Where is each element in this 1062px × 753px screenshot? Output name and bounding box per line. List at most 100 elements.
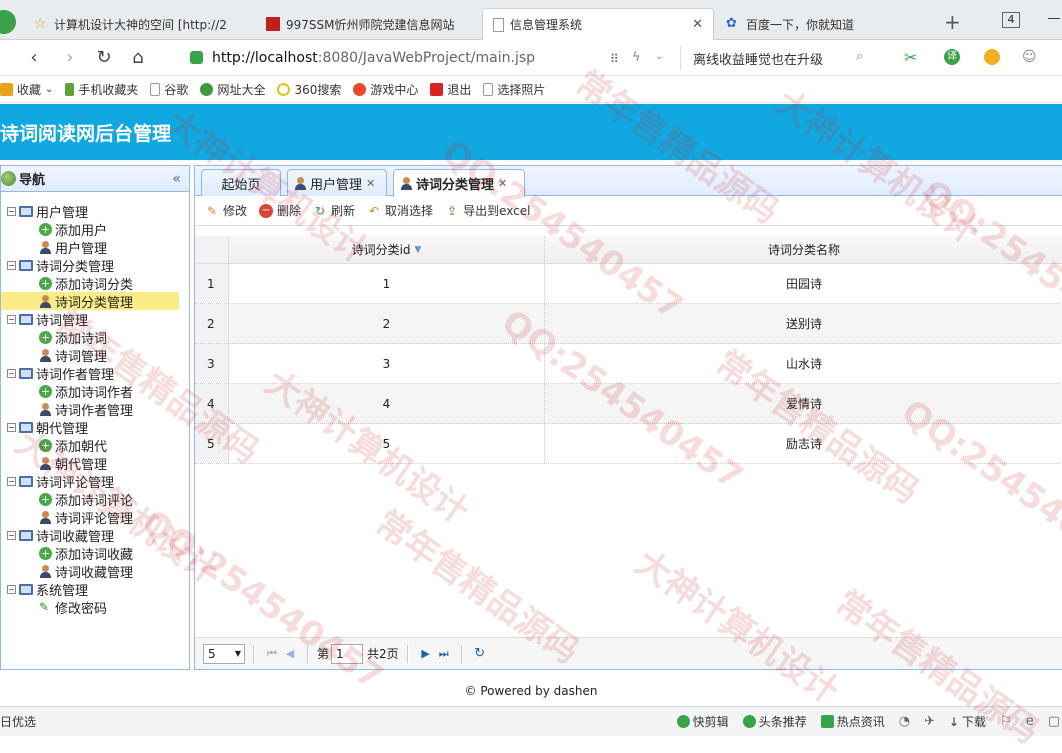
nav-item[interactable]: ✎ 修改密码 xyxy=(1,598,189,617)
browser-tab-2[interactable]: 997SSM忻州师院党建信息网站 xyxy=(256,8,480,40)
collapse-minus-icon[interactable]: − xyxy=(7,530,16,540)
flag-icon[interactable]: ⚐ xyxy=(1000,714,1012,729)
nav-group[interactable]: − 诗词管理 xyxy=(1,310,189,329)
nav-group[interactable]: − 系统管理 xyxy=(1,580,189,599)
lightning-icon[interactable]: ϟ xyxy=(632,50,641,65)
reload-icon[interactable]: ↻ xyxy=(94,48,114,68)
first-page-icon[interactable]: ⏮ xyxy=(263,645,281,663)
window-icon[interactable]: ▢ xyxy=(1048,714,1060,729)
nav-item[interactable]: 诗词管理 xyxy=(1,346,189,365)
search-icon[interactable]: ⌕ xyxy=(856,49,863,64)
page-number-input[interactable]: 1 xyxy=(331,643,364,664)
close-tab-icon[interactable]: ✕ xyxy=(684,17,703,32)
table-row[interactable]: 3 3 山水诗 xyxy=(195,344,1062,384)
nav-item[interactable]: + 添加诗词评论 xyxy=(1,490,189,509)
translate-icon[interactable]: 译 xyxy=(944,49,960,65)
table-row[interactable]: 4 4 爱情诗 xyxy=(195,384,1062,424)
nav-item[interactable]: 诗词作者管理 xyxy=(1,400,189,419)
browser-tab-1[interactable]: ☆ 计算机设计大神的空间 [http://2 xyxy=(24,8,254,40)
collapse-minus-icon[interactable]: − xyxy=(7,476,16,486)
nav-item[interactable]: 朝代管理 xyxy=(1,454,189,473)
nav-item[interactable]: + 添加用户 xyxy=(1,220,189,239)
coin-icon[interactable] xyxy=(984,49,1000,65)
back-icon[interactable]: ‹ xyxy=(24,48,44,68)
nav-group[interactable]: − 诗词收藏管理 xyxy=(1,526,189,545)
phone-icon xyxy=(65,83,75,96)
prev-page-icon[interactable]: ◀ xyxy=(281,645,299,663)
nav-item[interactable]: 用户管理 xyxy=(1,238,189,257)
window-minimize-icon[interactable] xyxy=(1048,18,1060,19)
tab-count-badge[interactable]: 4 xyxy=(1002,12,1020,28)
nav-group[interactable]: − 诗词评论管理 xyxy=(1,472,189,491)
quick-edit-button[interactable]: 快剪辑 xyxy=(676,713,729,730)
bookmark-item[interactable]: 360搜索 xyxy=(277,81,341,98)
nav-group[interactable]: − 用户管理 xyxy=(1,202,189,221)
forward-icon[interactable]: › xyxy=(60,48,80,68)
collapse-minus-icon[interactable]: − xyxy=(7,314,16,324)
cancel-select-button[interactable]: ↶ 取消选择 xyxy=(367,202,433,219)
reload-page-icon[interactable]: ↻ xyxy=(471,645,489,663)
table-row[interactable]: 1 1 田园诗 xyxy=(195,264,1062,304)
headline-button[interactable]: 头条推荐 xyxy=(742,713,807,730)
column-header-id[interactable]: 诗词分类id ▼ xyxy=(229,236,545,263)
nav-item[interactable]: + 添加诗词收藏 xyxy=(1,544,189,563)
export-excel-button[interactable]: ⇪ 导出到excel xyxy=(445,202,530,219)
bookmark-item[interactable]: 手机收藏夹 xyxy=(65,81,138,98)
next-page-icon[interactable]: ▶ xyxy=(417,645,435,663)
status-left-text[interactable]: 日优选 xyxy=(0,713,36,730)
nav-item[interactable]: + 添加诗词 xyxy=(1,328,189,347)
delete-button[interactable]: − 删除 xyxy=(259,202,301,219)
browser-tab-3[interactable]: 信息管理系统 ✕ xyxy=(482,8,714,40)
close-icon[interactable]: ✕ xyxy=(366,177,375,190)
collapse-minus-icon[interactable]: − xyxy=(7,260,16,270)
nav-item[interactable]: 诗词评论管理 xyxy=(1,508,189,527)
hot-news-button[interactable]: 热点资讯 xyxy=(820,713,885,730)
nav-group[interactable]: − 诗词分类管理 xyxy=(1,256,189,275)
edit-button[interactable]: ✎ 修改 xyxy=(205,202,247,219)
speed-icon[interactable]: ◔ xyxy=(899,714,910,729)
tab-user-management[interactable]: 用户管理 ✕ xyxy=(287,169,387,196)
home-icon[interactable]: ⌂ xyxy=(128,48,148,68)
nav-item[interactable]: + 添加诗词作者 xyxy=(1,382,189,401)
close-icon[interactable]: ✕ xyxy=(498,177,507,190)
nav-group[interactable]: − 诗词作者管理 xyxy=(1,364,189,383)
table-row[interactable]: 2 2 送别诗 xyxy=(195,304,1062,344)
search-input[interactable]: 离线收益睡觉也在升级 xyxy=(680,46,880,70)
nav-item[interactable]: + 添加朝代 xyxy=(1,436,189,455)
url-input[interactable]: http://localhost:8080/JavaWebProject/mai… xyxy=(212,45,700,71)
scissors-icon[interactable]: ✂ xyxy=(904,48,917,67)
bookmark-item[interactable]: 网址大全 xyxy=(200,81,265,98)
bookmark-item[interactable]: 退出 xyxy=(430,81,471,98)
row-number-header xyxy=(195,236,229,263)
nav-item[interactable]: 诗词分类管理 xyxy=(1,292,179,311)
emoji-icon[interactable]: ☺ xyxy=(1022,49,1037,65)
nav-item[interactable]: + 添加诗词分类 xyxy=(1,274,189,293)
collapse-minus-icon[interactable]: − xyxy=(7,584,16,594)
nav-group[interactable]: − 朝代管理 xyxy=(1,418,189,437)
collapse-icon[interactable]: « xyxy=(172,171,181,187)
refresh-button[interactable]: ↻ 刷新 xyxy=(313,202,355,219)
bookmark-item[interactable]: 谷歌 xyxy=(150,81,188,98)
tab-poem-category[interactable]: 诗词分类管理 ✕ xyxy=(393,169,525,197)
column-header-name[interactable]: 诗词分类名称 xyxy=(545,236,1062,263)
last-page-icon[interactable]: ⏭ xyxy=(435,645,453,663)
chevron-down-icon[interactable]: ⌄ xyxy=(655,51,663,62)
browser-tab-4[interactable]: ✿ 百度一下，你就知道 xyxy=(716,8,926,40)
collapse-minus-icon[interactable]: − xyxy=(7,368,16,378)
nav-group-label: 系统管理 xyxy=(36,583,89,599)
bookmark-item[interactable]: 游戏中心 xyxy=(353,81,418,98)
bookmark-item[interactable]: 收藏 ⌄ xyxy=(0,81,53,98)
nav-item[interactable]: 诗词收藏管理 xyxy=(1,562,189,581)
bookmark-item[interactable]: 选择照片 xyxy=(483,81,545,98)
page-size-select[interactable]: 5 ▼ xyxy=(203,643,245,664)
ie-icon[interactable]: e xyxy=(1026,714,1034,729)
new-tab-button[interactable]: + xyxy=(944,12,961,32)
tab-home[interactable]: 起始页 xyxy=(201,169,281,196)
collapse-minus-icon[interactable]: − xyxy=(7,206,16,216)
pin-icon[interactable]: ✈ xyxy=(924,714,935,729)
table-row[interactable]: 5 5 励志诗 xyxy=(195,424,1062,464)
cell-category-id: 3 xyxy=(229,344,545,383)
download-button[interactable]: ↓ 下载 xyxy=(949,713,986,730)
grid-apps-icon[interactable]: ⠿ xyxy=(610,52,619,66)
collapse-minus-icon[interactable]: − xyxy=(7,422,16,432)
